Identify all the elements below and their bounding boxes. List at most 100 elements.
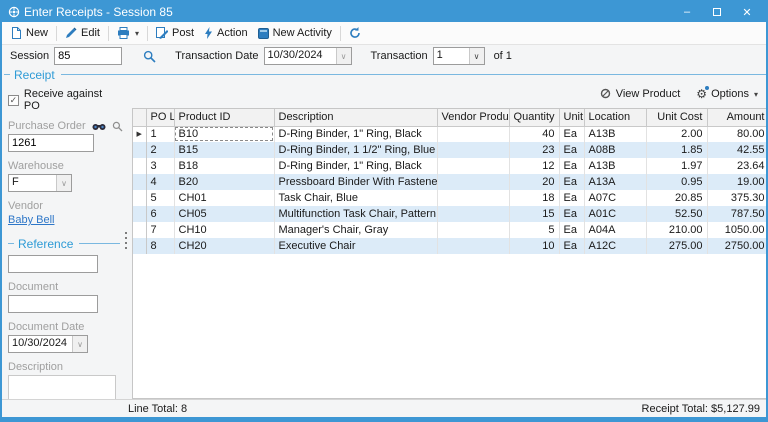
cell-unit_cost[interactable]: 20.85: [646, 190, 707, 206]
cell-quantity[interactable]: 18: [509, 190, 559, 206]
transaction-date-select[interactable]: 10/30/2024 ∨: [264, 47, 352, 65]
cell-po_line[interactable]: 3: [146, 158, 174, 174]
warehouse-select[interactable]: F ∨: [8, 174, 72, 192]
table-row[interactable]: 7CH10Manager's Chair, Gray5EaA04A210.001…: [133, 222, 766, 238]
table-row[interactable]: 5CH01Task Chair, Blue18EaA07C20.85375.30: [133, 190, 766, 206]
table-row[interactable]: 4B20Pressboard Binder With Fastener20EaA…: [133, 174, 766, 190]
cell-unit_cost[interactable]: 1.85: [646, 142, 707, 158]
table-row[interactable]: ▶1B10D-Ring Binder, 1" Ring, Black40EaA1…: [133, 126, 766, 142]
column-header-unit[interactable]: Unit: [559, 109, 584, 126]
cell-po_line[interactable]: 6: [146, 206, 174, 222]
document-date-select[interactable]: 10/30/2024 ∨: [8, 335, 88, 353]
purchase-order-input[interactable]: [8, 134, 94, 152]
cell-amount[interactable]: 23.64: [707, 158, 766, 174]
cell-vendor_product[interactable]: [437, 222, 509, 238]
cell-description[interactable]: D-Ring Binder, 1 1/2" Ring, Blue: [274, 142, 437, 158]
cell-po_line[interactable]: 8: [146, 238, 174, 254]
row-selector-cell[interactable]: [133, 238, 146, 254]
cell-po_line[interactable]: 5: [146, 190, 174, 206]
row-selector-cell[interactable]: [133, 222, 146, 238]
cell-po_line[interactable]: 7: [146, 222, 174, 238]
reference-input[interactable]: [8, 255, 98, 273]
cell-location[interactable]: A13A: [584, 174, 646, 190]
row-selector-cell[interactable]: ▶: [133, 126, 146, 142]
column-header-location[interactable]: Location: [584, 109, 646, 126]
cell-quantity[interactable]: 10: [509, 238, 559, 254]
cell-vendor_product[interactable]: [437, 174, 509, 190]
cell-quantity[interactable]: 20: [509, 174, 559, 190]
table-row[interactable]: 8CH20Executive Chair10EaA12C275.002750.0…: [133, 238, 766, 254]
cell-unit[interactable]: Ea: [559, 190, 584, 206]
column-header-product_id[interactable]: Product ID: [174, 109, 274, 126]
view-product-button[interactable]: View Product: [600, 88, 681, 100]
vendor-link[interactable]: Baby Bell: [8, 214, 54, 226]
options-button[interactable]: ⚙ Options ▾: [696, 88, 758, 100]
cell-product_id[interactable]: B20: [174, 174, 274, 190]
cell-product_id[interactable]: B18: [174, 158, 274, 174]
cell-unit[interactable]: Ea: [559, 126, 584, 142]
session-input[interactable]: [54, 47, 122, 65]
column-header-vendor_product[interactable]: Vendor Product: [437, 109, 509, 126]
cell-amount[interactable]: 80.00: [707, 126, 766, 142]
maximize-icon[interactable]: [702, 3, 732, 21]
table-row[interactable]: 6CH05Multifunction Task Chair, Pattern G…: [133, 206, 766, 222]
row-selector-cell[interactable]: [133, 174, 146, 190]
cell-product_id[interactable]: CH01: [174, 190, 274, 206]
column-header-po_line[interactable]: PO Line: [146, 109, 174, 126]
receive-against-po-checkbox[interactable]: ✓ Receive against PO: [8, 88, 120, 112]
cell-location[interactable]: A04A: [584, 222, 646, 238]
table-row[interactable]: 2B15D-Ring Binder, 1 1/2" Ring, Blue 23Ea…: [133, 142, 766, 158]
column-header-unit_cost[interactable]: Unit Cost: [646, 109, 707, 126]
cell-product_id[interactable]: CH20: [174, 238, 274, 254]
cell-location[interactable]: A01C: [584, 206, 646, 222]
cell-location[interactable]: A13B: [584, 158, 646, 174]
column-header-quantity[interactable]: Quantity: [509, 109, 559, 126]
cell-amount[interactable]: 2750.00: [707, 238, 766, 254]
cell-description[interactable]: Executive Chair: [274, 238, 437, 254]
cell-product_id[interactable]: B15: [174, 142, 274, 158]
cell-amount[interactable]: 1050.00: [707, 222, 766, 238]
cell-unit_cost[interactable]: 2.00: [646, 126, 707, 142]
cell-location[interactable]: A12C: [584, 238, 646, 254]
cell-unit_cost[interactable]: 1.97: [646, 158, 707, 174]
cell-unit[interactable]: Ea: [559, 222, 584, 238]
cell-unit_cost[interactable]: 0.95: [646, 174, 707, 190]
print-caret-icon[interactable]: ▾: [135, 29, 139, 38]
panel-splitter[interactable]: [120, 82, 132, 399]
transaction-select[interactable]: 1 ∨: [433, 47, 485, 65]
cell-quantity[interactable]: 40: [509, 126, 559, 142]
cell-description[interactable]: D-Ring Binder, 1" Ring, Black: [274, 158, 437, 174]
cell-product_id[interactable]: CH10: [174, 222, 274, 238]
cell-unit[interactable]: Ea: [559, 142, 584, 158]
new-activity-button[interactable]: New Activity: [253, 25, 337, 41]
cell-product_id[interactable]: B10: [174, 126, 274, 142]
row-selector-header[interactable]: [133, 109, 146, 126]
cell-amount[interactable]: 375.30: [707, 190, 766, 206]
row-selector-cell[interactable]: [133, 190, 146, 206]
cell-unit_cost[interactable]: 275.00: [646, 238, 707, 254]
cell-product_id[interactable]: CH05: [174, 206, 274, 222]
new-button[interactable]: New: [6, 25, 53, 41]
cell-amount[interactable]: 787.50: [707, 206, 766, 222]
cell-location[interactable]: A13B: [584, 126, 646, 142]
cell-vendor_product[interactable]: [437, 206, 509, 222]
binoculars-icon[interactable]: [92, 121, 106, 131]
print-button[interactable]: ▾: [112, 25, 144, 41]
cell-po_line[interactable]: 2: [146, 142, 174, 158]
cell-quantity[interactable]: 23: [509, 142, 559, 158]
cell-quantity[interactable]: 12: [509, 158, 559, 174]
close-icon[interactable]: ✕: [732, 3, 762, 21]
row-selector-cell[interactable]: [133, 158, 146, 174]
cell-unit[interactable]: Ea: [559, 206, 584, 222]
cell-description[interactable]: Manager's Chair, Gray: [274, 222, 437, 238]
cell-location[interactable]: A08B: [584, 142, 646, 158]
cell-amount[interactable]: 19.00: [707, 174, 766, 190]
cell-description[interactable]: Multifunction Task Chair, Pattern Gray .…: [274, 206, 437, 222]
cell-unit[interactable]: Ea: [559, 158, 584, 174]
cell-location[interactable]: A07C: [584, 190, 646, 206]
column-header-amount[interactable]: Amount: [707, 109, 766, 126]
cell-description[interactable]: Pressboard Binder With Fastener: [274, 174, 437, 190]
cell-vendor_product[interactable]: [437, 238, 509, 254]
cell-description[interactable]: D-Ring Binder, 1" Ring, Black: [274, 126, 437, 142]
table-row[interactable]: 3B18D-Ring Binder, 1" Ring, Black 12EaA13…: [133, 158, 766, 174]
